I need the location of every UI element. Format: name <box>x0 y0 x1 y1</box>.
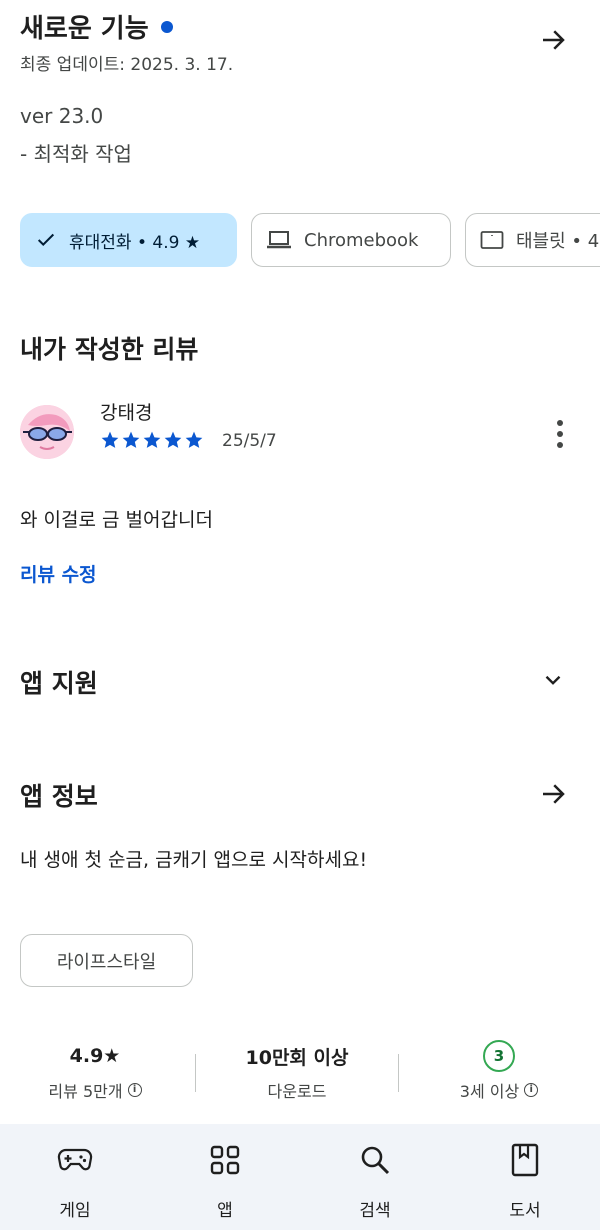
info-icon[interactable]: i <box>127 1083 142 1097</box>
stat-rating: 4.9★ 리뷰 5만개 i <box>0 1040 195 1102</box>
arrow-right-icon <box>543 784 565 804</box>
app-support-expand-button[interactable] <box>533 662 573 698</box>
book-icon <box>510 1142 540 1178</box>
rating-label-row: 리뷰 5만개 i <box>0 1078 195 1102</box>
app-stats-row: 4.9★ 리뷰 5만개 i 10만회 이상 다운로드 3 3세 이상 i <box>0 1040 600 1110</box>
nav-item-games[interactable]: 게임 <box>0 1124 150 1230</box>
star-icon <box>164 431 182 448</box>
star-icon <box>101 431 119 448</box>
search-icon <box>359 1142 391 1178</box>
info-icon[interactable]: i <box>524 1083 539 1097</box>
rating-value: 4.9★ <box>69 1045 121 1067</box>
app-info-arrow-button[interactable] <box>533 774 573 814</box>
nav-item-search[interactable]: 검색 <box>300 1124 450 1230</box>
review-star-rating <box>100 430 204 450</box>
app-details-page: 새로운 기능 최종 업데이트: 2025. 3. 17. ver 23.0 - … <box>0 0 600 1230</box>
version-text: ver 23.0 <box>20 104 104 128</box>
nav-label-books: 도서 <box>509 1201 541 1221</box>
avatar <box>20 405 74 459</box>
downloads-value: 10만회 이상 <box>245 1046 349 1069</box>
gamepad-icon <box>57 1142 93 1178</box>
category-chip[interactable]: 라이프스타일 <box>20 934 193 987</box>
chip-chromebook[interactable]: Chromebook <box>251 213 451 267</box>
bottom-navigation: 게임 앱 검색 도서 <box>0 1124 600 1230</box>
chevron-down-icon <box>545 675 561 685</box>
arrow-right-icon <box>543 30 565 50</box>
review-text: 와 이걸로 금 벌어갑니더 <box>20 509 213 531</box>
nav-label-games: 게임 <box>59 1201 91 1221</box>
stat-divider <box>195 1054 196 1092</box>
check-icon <box>35 229 57 251</box>
age-label: 3세 이상 <box>459 1082 520 1101</box>
chip-phone[interactable]: 휴대전화 • 4.9 ★ <box>20 213 237 267</box>
app-info-title[interactable]: 앱 정보 <box>20 777 98 813</box>
tablet-icon <box>480 230 504 250</box>
update-date: 최종 업데이트: 2025. 3. 17. <box>20 55 234 75</box>
stat-age-rating: 3 3세 이상 i <box>399 1040 599 1102</box>
nav-item-books[interactable]: 도서 <box>450 1124 600 1230</box>
more-vert-icon-dot <box>557 431 563 437</box>
age-label-row: 3세 이상 i <box>399 1078 599 1102</box>
whats-new-title: 새로운 기능 <box>20 8 173 45</box>
new-indicator-dot <box>160 20 173 33</box>
star-icon <box>143 431 161 448</box>
my-review-title: 내가 작성한 리뷰 <box>20 335 199 364</box>
app-description: 내 생애 첫 순금, 금캐기 앱으로 시작하세요! <box>20 849 368 871</box>
nav-item-apps[interactable]: 앱 <box>150 1124 300 1230</box>
nav-label-apps: 앱 <box>217 1201 233 1221</box>
stat-downloads: 10만회 이상 다운로드 <box>197 1040 397 1102</box>
apps-grid-icon <box>210 1142 240 1178</box>
downloads-label: 다운로드 <box>267 1082 327 1101</box>
star-icon <box>185 431 203 448</box>
whats-new-title-text: 새로운 기능 <box>20 14 149 44</box>
age-badge-wrap: 3 <box>399 1040 599 1072</box>
review-more-options-button[interactable] <box>540 412 580 456</box>
chip-chromebook-label: Chromebook <box>304 229 419 251</box>
release-notes: - 최적화 작업 <box>20 142 132 166</box>
app-support-title[interactable]: 앱 지원 <box>20 664 98 700</box>
more-vert-icon <box>557 420 563 426</box>
rating-label: 리뷰 5만개 <box>48 1082 123 1101</box>
star-icon <box>122 431 140 448</box>
laptop-icon <box>266 229 292 251</box>
chip-tablet[interactable]: 태블릿 • 4 <box>465 213 600 267</box>
edit-review-link[interactable]: 리뷰 수정 <box>20 560 97 587</box>
whats-new-arrow-button[interactable] <box>533 20 573 60</box>
device-filter-chips: 휴대전화 • 4.9 ★ Chromebook 태블릿 • 4 <box>20 213 600 267</box>
reviewer-name: 강태경 <box>100 402 153 424</box>
chip-tablet-label: 태블릿 • 4 <box>516 231 600 252</box>
review-date: 25/5/7 <box>222 431 277 451</box>
more-vert-icon-dot <box>557 442 563 448</box>
age-rating-badge: 3 <box>483 1040 515 1072</box>
nav-label-search: 검색 <box>359 1201 391 1221</box>
chip-phone-label: 휴대전화 • 4.9 ★ <box>69 232 201 253</box>
